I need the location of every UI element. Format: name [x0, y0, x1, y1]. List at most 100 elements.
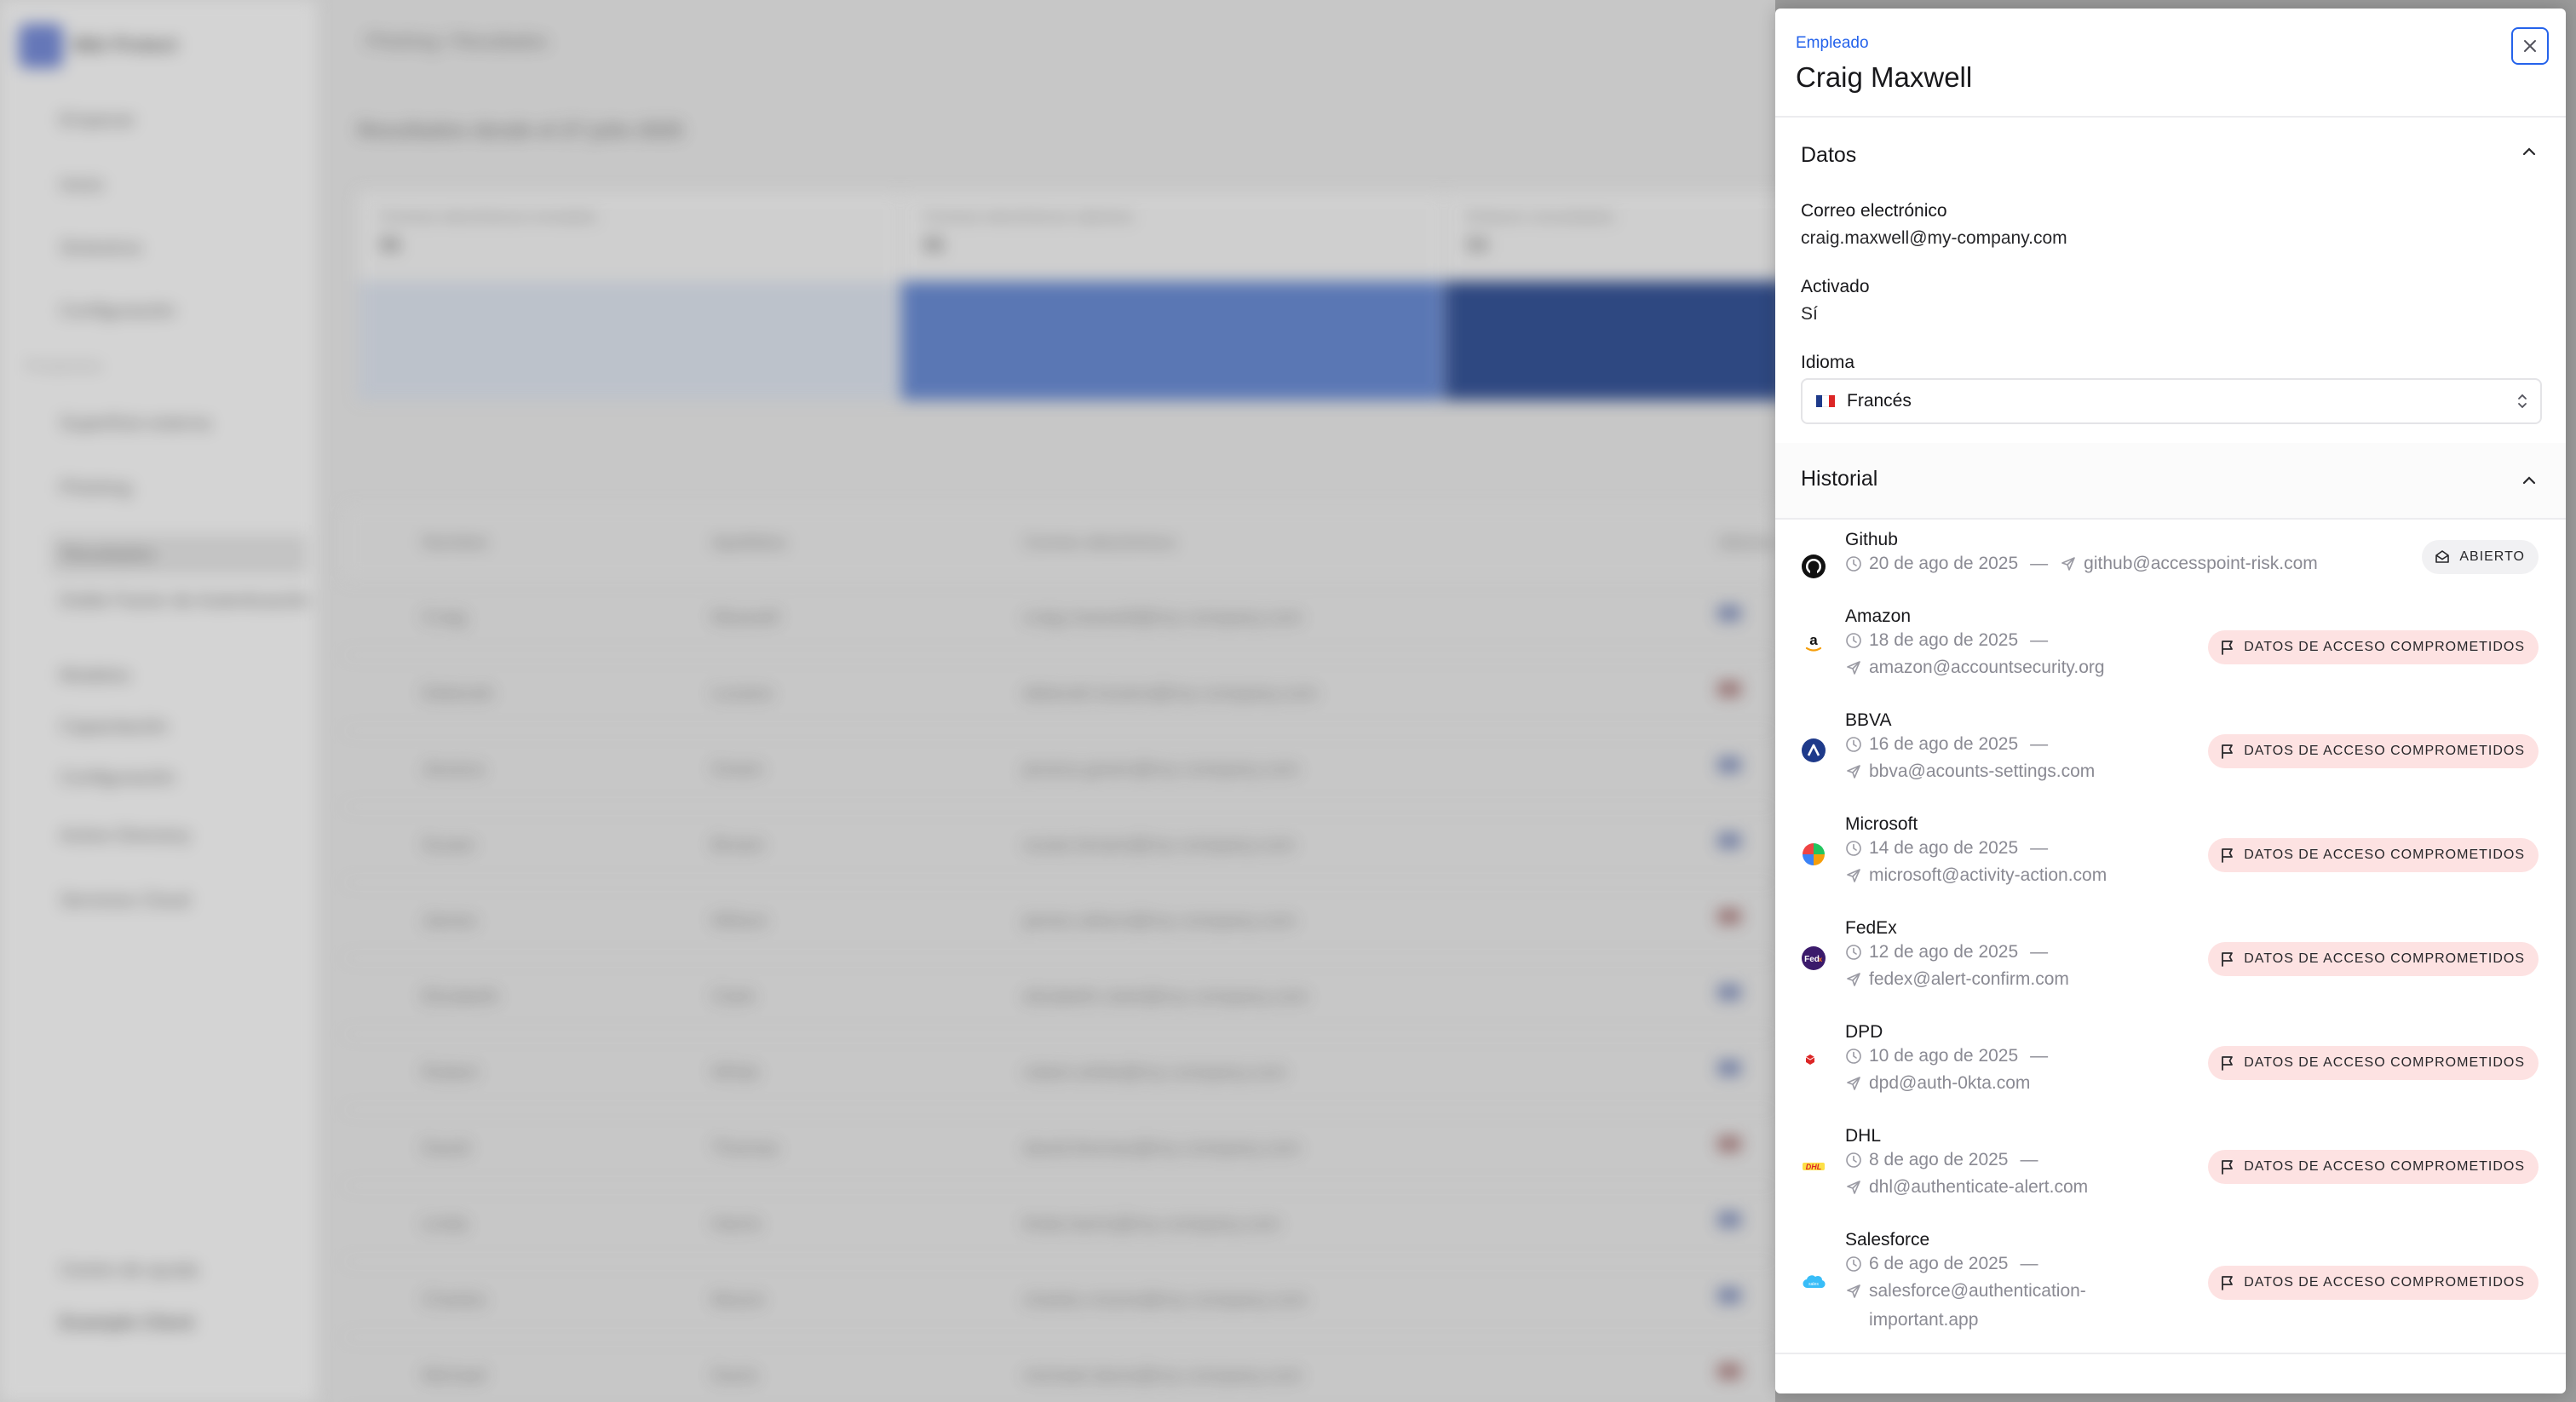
table-row: Craig Maxwell craig.maxwell@my-company.com	[345, 581, 1775, 656]
close-button[interactable]	[2511, 27, 2549, 65]
badge-label: DATOS DE ACCESO COMPROMETIDOS	[2244, 640, 2525, 654]
history-sender-line: microsoft@activity-action.com	[1845, 865, 2107, 886]
close-icon	[2524, 40, 2536, 52]
flag-icon	[2222, 1160, 2234, 1175]
employee-name: Craig Maxwell	[1796, 61, 1973, 93]
send-icon	[1847, 661, 1860, 675]
history-sender-line: bbva@acounts-settings.com	[1845, 761, 2095, 782]
send-icon	[2061, 557, 2075, 571]
bbva-icon	[1801, 738, 1826, 763]
page-title: Resultados desde el 27 julio 2025	[358, 119, 683, 142]
history-meta: 20 de ago de 2025 — github@accesspoint-ris…	[1845, 554, 2318, 574]
history-sender-continued: important.app	[1869, 1310, 1979, 1330]
table-header: Nombre Apellidos Correo electrónico Idio…	[345, 506, 1775, 581]
salesforce-icon: sales	[1801, 1269, 1826, 1295]
history-item-amazon[interactable]: a Amazon 18 de ago de 2025 — amazon@accounts…	[1775, 606, 2566, 709]
chevron-up-icon	[2522, 147, 2536, 156]
meta-dash: —	[2020, 1254, 2038, 1273]
history-item-fedex[interactable]: Fed x FedEx 12 de ago de 2025 — fedex@alert-c…	[1775, 918, 2566, 1020]
flag-icon	[2222, 952, 2234, 967]
datos-section-title: Datos	[1801, 142, 1857, 167]
language-select-value: Francés	[1847, 391, 1912, 411]
history-sender: dhl@authenticate-alert.com	[1869, 1177, 2089, 1197]
history-meta: 8 de ago de 2025 —	[1845, 1150, 2044, 1170]
history-date: 6 de ago de 2025	[1869, 1254, 2009, 1273]
language-select[interactable]: Francés	[1801, 378, 2542, 424]
history-item-salesforce[interactable]: sales Salesforce 6 de ago de 2025 — salesfor…	[1775, 1230, 2566, 1332]
svg-text:Fed: Fed	[1804, 955, 1820, 964]
sidebar-item-capacitacion: Capacitación	[60, 715, 169, 737]
history-item-microsoft[interactable]: Microsoft 14 de ago de 2025 — microsoft@act…	[1775, 814, 2566, 916]
meta-dash: —	[2020, 1150, 2038, 1169]
badge-label: DATOS DE ACCESO COMPROMETIDOS	[2244, 744, 2525, 758]
sidebar-item-inicio: Inicio	[60, 174, 104, 195]
svg-text:a: a	[1809, 632, 1818, 648]
history-date: 16 de ago de 2025	[1869, 734, 2019, 754]
meta-dash: —	[2030, 1046, 2049, 1066]
status-badge-compromised: DATOS DE ACCESO COMPROMETIDOS	[2208, 942, 2539, 976]
client-name: Example Client	[60, 1312, 194, 1333]
table-row: Deborah Lozano deborah.lozano@my-company.c…	[345, 657, 1775, 732]
history-meta: 12 de ago de 2025 —	[1845, 942, 2053, 962]
history-date: 20 de ago de 2025	[1869, 554, 2019, 573]
historial-section-toggle[interactable]: Historial	[1775, 443, 2566, 518]
history-sender: github@accesspoint-risk.com	[2084, 554, 2318, 573]
funnel-bar-sent	[358, 281, 900, 400]
sidebar-item-configuracion-phishing: Configuración	[60, 767, 175, 788]
history-brand: Amazon	[1845, 606, 1912, 626]
flag-icon	[2222, 641, 2234, 655]
flag-icon	[2222, 848, 2234, 863]
clock-icon	[1846, 1152, 1861, 1168]
fedex-icon: Fed x	[1801, 945, 1826, 971]
history-meta: 14 de ago de 2025 —	[1845, 838, 2053, 859]
history-brand: Github	[1845, 530, 1898, 549]
flag-icon	[2222, 1276, 2234, 1290]
sidebar-item-active-directory: Active Directory	[60, 825, 192, 846]
badge-label: DATOS DE ACCESO COMPROMETIDOS	[2244, 1055, 2525, 1070]
badge-label: ABIERTO	[2459, 549, 2525, 564]
history-item-bbva[interactable]: BBVA 16 de ago de 2025 — bbva@acounts-setti…	[1775, 710, 2566, 813]
sidebar-item-resultados: Resultados	[51, 535, 307, 574]
sidebar-item-superficie-externa: Superficie externa	[60, 412, 211, 434]
sidebar-item-siniestros: Siniestros	[60, 237, 142, 258]
history-sender-line: dhl@authenticate-alert.com	[1845, 1177, 2088, 1198]
history-brand: FedEx	[1845, 918, 1897, 938]
amazon-icon: a	[1801, 630, 1826, 656]
clock-icon	[1846, 633, 1861, 648]
section-divider	[1775, 518, 2566, 520]
history-item-dhl[interactable]: DHL DHL 8 de ago de 2025 — dhl@authenticate-…	[1775, 1126, 2566, 1228]
history-item-dpd[interactable]: DPD 10 de ago de 2025 — dpd@auth-0kta.com DA…	[1775, 1022, 2566, 1124]
flag-icon	[2222, 744, 2234, 759]
history-sender: salesforce@authentication-	[1869, 1281, 2086, 1301]
employee-detail-panel: Empleado Craig Maxwell Datos Correo elec…	[1775, 9, 2566, 1393]
history-meta: 6 de ago de 2025 —	[1845, 1254, 2044, 1274]
history-sender: amazon@accountsecurity.org	[1869, 658, 2105, 677]
clock-icon	[1846, 1049, 1861, 1064]
language-label: Idioma	[1801, 353, 1855, 372]
send-icon	[1847, 1284, 1860, 1298]
datos-section-toggle[interactable]: Datos	[1775, 119, 2566, 191]
history-brand: BBVA	[1845, 710, 1892, 730]
history-sender-line: amazon@accountsecurity.org	[1845, 658, 2105, 678]
clock-icon	[1846, 945, 1861, 960]
sidebar: Mdr Protect Empezar Inicio Siniestros Co…	[0, 0, 317, 1402]
email-value: craig.maxwell@my-company.com	[1801, 228, 2067, 248]
table-row: Jessica Green jessica.green@my-company.com	[345, 733, 1775, 807]
sidebar-item-empezar: Empezar	[60, 109, 135, 130]
badge-label: DATOS DE ACCESO COMPROMETIDOS	[2244, 848, 2525, 862]
table-row: Charles Moore charles.moore@my-company.com	[345, 1263, 1775, 1338]
panel-type-label: Empleado	[1796, 34, 1869, 52]
history-brand: Salesforce	[1845, 1230, 1930, 1250]
history-sender-line: fedex@alert-confirm.com	[1845, 969, 2069, 990]
historial-section-title: Historial	[1801, 467, 1878, 491]
history-sender: bbva@acounts-settings.com	[1869, 761, 2096, 781]
history-date: 14 de ago de 2025	[1869, 838, 2019, 858]
breadcrumb: Phishing / Resultados	[366, 31, 548, 52]
history-date: 12 de ago de 2025	[1869, 942, 2019, 962]
chevron-up-icon	[2522, 476, 2536, 485]
flag-icon	[2222, 1056, 2234, 1071]
history-sender: fedex@alert-confirm.com	[1869, 969, 2069, 989]
help-center-link: Centro de ayuda	[60, 1259, 198, 1280]
send-icon	[1847, 765, 1860, 779]
badge-label: DATOS DE ACCESO COMPROMETIDOS	[2244, 1275, 2525, 1290]
